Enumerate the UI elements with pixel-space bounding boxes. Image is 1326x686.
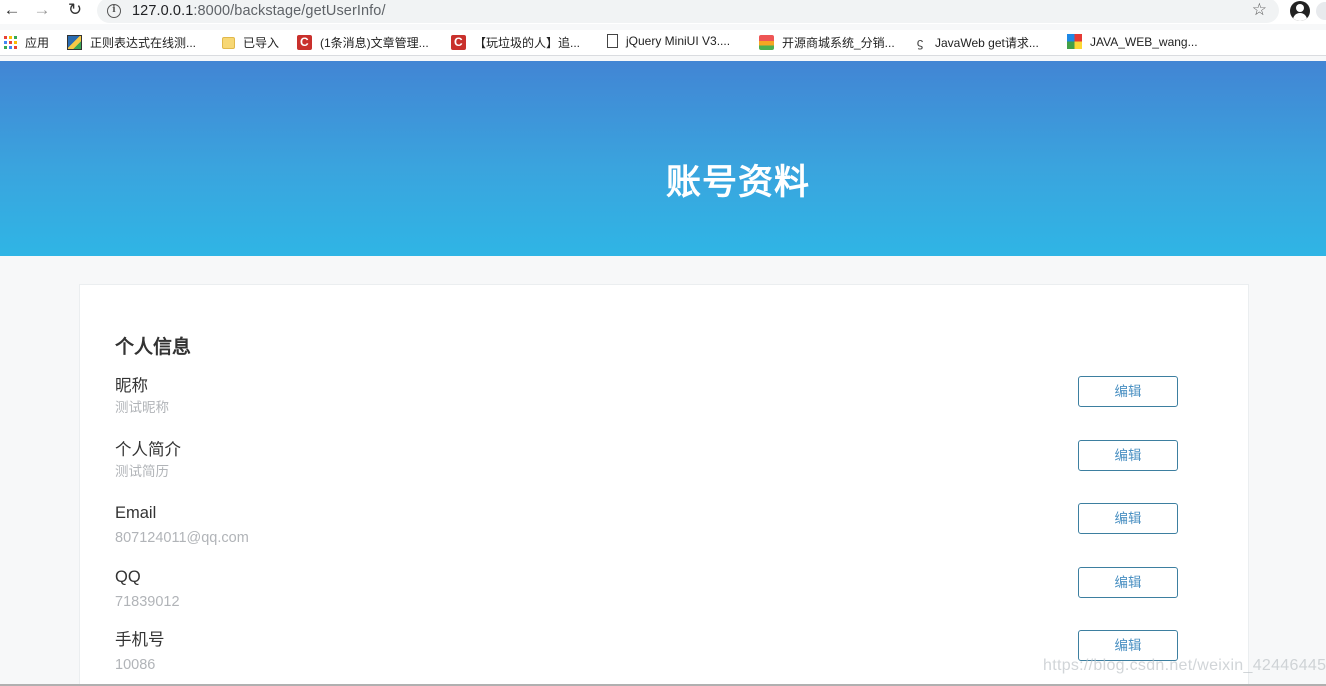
bookmark-label: 【玩垃圾的人】追...	[474, 36, 581, 50]
bookmark-label: jQuery MiniUI V3....	[626, 34, 731, 48]
field-value: 测试昵称	[115, 400, 169, 415]
field-label: Email	[115, 504, 157, 522]
edit-email-button[interactable]: 编辑	[1078, 503, 1178, 534]
bookmark-label: 应用	[25, 36, 50, 50]
page-header-banner: 账号资料	[0, 61, 1326, 256]
edit-nickname-button[interactable]: 编辑	[1078, 376, 1178, 407]
address-bar[interactable]: i 127.0.0.1:8000/backstage/getUserInfo/ …	[97, 0, 1279, 23]
watermark-text: https://blog.csdn.net/weixin_42446445	[1043, 657, 1326, 674]
field-label: 昵称	[115, 377, 148, 395]
bookmark-label: 已导入	[243, 36, 280, 50]
document-icon	[607, 34, 618, 48]
edit-qq-button[interactable]: 编辑	[1078, 567, 1178, 598]
forward-button[interactable]: →	[26, 0, 58, 22]
field-label: QQ	[115, 568, 141, 586]
field-row-bio: 个人简介 测试简历	[115, 439, 1215, 497]
back-button[interactable]: ←	[0, 0, 28, 22]
mosaic-icon	[1067, 34, 1082, 49]
bookmark-star-icon[interactable]: ☆	[1252, 0, 1267, 20]
bookmark-regex[interactable]: 正则表达式在线测...	[67, 34, 196, 51]
section-title: 个人信息	[115, 337, 192, 358]
field-value: 测试简历	[115, 464, 169, 479]
site-info-icon[interactable]: i	[107, 3, 121, 18]
bookmark-label: 正则表达式在线测...	[90, 36, 197, 50]
field-row-nickname: 昵称 测试昵称	[115, 375, 1215, 433]
url-text: 127.0.0.1:8000/backstage/getUserInfo/	[132, 3, 386, 19]
javaweb-icon: ϛ	[916, 34, 924, 50]
reload-button[interactable]: ↻	[59, 0, 91, 22]
url-host: 127.0.0.1	[132, 2, 194, 19]
browser-menu-button[interactable]	[1316, 2, 1326, 20]
browser-toolbar: ← → ↻ i 127.0.0.1:8000/backstage/getUser…	[0, 0, 1326, 24]
field-label: 个人简介	[115, 441, 181, 459]
bookmark-shop-system[interactable]: 开源商城系统_分销...	[759, 34, 895, 51]
shop-icon	[759, 35, 774, 50]
field-value: 71839012	[115, 594, 180, 610]
field-row-qq: QQ 71839012	[115, 566, 1215, 624]
bookmark-java-web-wang[interactable]: JAVA_WEB_wang...	[1067, 34, 1198, 49]
field-label: 手机号	[115, 631, 165, 649]
field-value: 10086	[115, 657, 156, 673]
folder-icon	[222, 36, 235, 49]
field-value: 807124011@qq.com	[115, 530, 249, 546]
field-row-email: Email 807124011@qq.com	[115, 502, 1215, 560]
bookmark-csdn-articles[interactable]: (1条消息)文章管理...	[297, 34, 429, 51]
bookmark-label: JavaWeb get请求...	[935, 36, 1039, 50]
bookmark-jquery-miniui[interactable]: jQuery MiniUI V3....	[607, 34, 730, 48]
bookmark-imported-folder[interactable]: 已导入	[222, 34, 279, 51]
bookmark-label: (1条消息)文章管理...	[320, 36, 429, 50]
regex-tool-icon	[67, 35, 82, 50]
page-title: 账号资料	[665, 163, 810, 202]
bookmark-csdn-blog[interactable]: 【玩垃圾的人】追...	[451, 34, 580, 51]
profile-avatar-icon[interactable]	[1290, 1, 1310, 21]
bookmark-label: JAVA_WEB_wang...	[1090, 34, 1198, 49]
csdn-icon	[451, 35, 466, 50]
url-path: :8000/backstage/getUserInfo/	[193, 2, 386, 19]
apps-grid-icon	[4, 36, 17, 49]
bookmarks-bar: 应用 正则表达式在线测... 已导入 (1条消息)文章管理... 【玩垃圾的人】…	[0, 30, 1326, 56]
bookmark-label: 开源商城系统_分销...	[782, 36, 895, 50]
profile-info-card: 个人信息 昵称 测试昵称 编辑 个人简介 测试简历 编辑 Email 80712…	[79, 284, 1249, 686]
bookmark-apps[interactable]: 应用	[4, 34, 49, 51]
csdn-icon	[297, 35, 312, 50]
bookmark-javaweb-get[interactable]: ϛ JavaWeb get请求...	[913, 34, 1039, 51]
edit-bio-button[interactable]: 编辑	[1078, 440, 1178, 471]
